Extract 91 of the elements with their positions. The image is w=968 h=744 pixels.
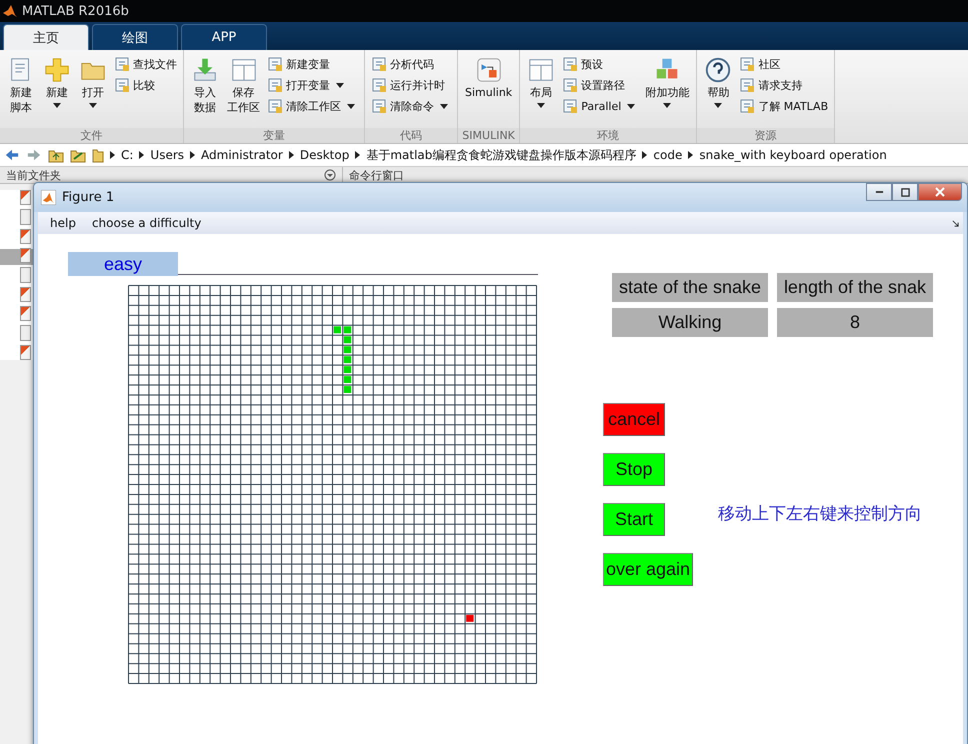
document-icon bbox=[371, 56, 387, 72]
ribbon-button[interactable]: 设置路径 bbox=[560, 76, 640, 94]
table-header: state of the snake bbox=[612, 273, 768, 302]
path-segment[interactable]: Administrator bbox=[201, 148, 283, 162]
ribbon-button[interactable]: 清除工作区 bbox=[265, 97, 360, 115]
ribbon-tab[interactable]: 绘图 bbox=[92, 24, 178, 50]
minimize-icon bbox=[874, 191, 884, 193]
ribbon-button[interactable]: 导入 数据 bbox=[188, 54, 222, 128]
app-title: MATLAB R2016b bbox=[22, 4, 129, 18]
path-segment[interactable]: code bbox=[653, 148, 682, 162]
ribbon-button[interactable]: 帮助 bbox=[701, 54, 736, 128]
ribbon-button[interactable]: 分析代码 bbox=[369, 55, 453, 73]
group-label: 环境 bbox=[520, 128, 696, 143]
maximize-icon bbox=[900, 188, 910, 196]
group-label: SIMULINK bbox=[458, 128, 520, 143]
group-label: 资源 bbox=[697, 128, 834, 143]
ribbon-button[interactable]: 了解 MATLAB bbox=[737, 97, 830, 115]
path-segment[interactable]: C: bbox=[121, 148, 134, 162]
chevron-icon bbox=[642, 151, 648, 159]
folder-icon bbox=[92, 147, 104, 163]
ribbon-button[interactable]: 请求支持 bbox=[737, 76, 830, 94]
path-segment[interactable]: Desktop bbox=[300, 148, 350, 162]
ribbon-button[interactable]: 查找文件 bbox=[112, 55, 179, 73]
ribbon-button[interactable]: 打开 bbox=[76, 54, 110, 128]
menu-item[interactable]: choose a difficulty bbox=[92, 216, 202, 230]
plus-icon bbox=[43, 56, 71, 84]
ribbon-button[interactable]: 新建变量 bbox=[265, 55, 360, 73]
difficulty-label: easy bbox=[68, 252, 178, 276]
document-icon bbox=[114, 77, 130, 93]
group-label: 变量 bbox=[184, 128, 364, 143]
document-icon bbox=[114, 56, 130, 72]
back-arrow-icon[interactable] bbox=[4, 148, 20, 162]
ribbon-button[interactable]: 运行并计时 bbox=[369, 76, 453, 94]
document-icon bbox=[267, 77, 283, 93]
game-button[interactable]: over again bbox=[603, 553, 694, 586]
ribbon-tab[interactable]: 主页 bbox=[3, 24, 89, 50]
chevron-icon bbox=[355, 151, 360, 159]
ribbon-button[interactable]: 比较 bbox=[112, 76, 179, 94]
chevron-icon bbox=[688, 151, 694, 159]
document-icon bbox=[562, 56, 578, 72]
minimize-button[interactable] bbox=[866, 183, 892, 201]
table-cell: Walking bbox=[612, 308, 768, 337]
ribbon-button[interactable]: 打开变量 bbox=[265, 76, 360, 94]
chevron-icon bbox=[110, 151, 115, 159]
close-icon bbox=[935, 187, 945, 197]
chevron-icon bbox=[139, 151, 144, 159]
game-button[interactable]: cancel bbox=[603, 403, 665, 436]
ribbon-button[interactable]: 新建 bbox=[40, 54, 74, 128]
ribbon-button[interactable]: 预设 bbox=[560, 55, 640, 73]
document-icon bbox=[267, 98, 283, 114]
document-icon bbox=[739, 98, 756, 114]
document-icon bbox=[267, 56, 283, 72]
maximize-button[interactable] bbox=[892, 183, 918, 201]
path-segment[interactable]: 基于matlab编程贪食蛇游戏键盘操作版本源码程序 bbox=[366, 146, 636, 164]
ribbon-button[interactable]: Simulink bbox=[462, 54, 516, 128]
group-label: 代码 bbox=[365, 128, 457, 143]
document-icon bbox=[562, 77, 578, 93]
ribbon-button[interactable]: 清除命令 bbox=[369, 97, 453, 115]
document-icon bbox=[562, 98, 578, 114]
document-icon bbox=[371, 98, 387, 114]
instruction-text: 移动上下左右键来控制方向 bbox=[718, 503, 922, 525]
block-diagram-icon bbox=[474, 56, 503, 84]
document-icon bbox=[739, 77, 756, 93]
table-header: length of the snak bbox=[777, 273, 933, 302]
path-segment[interactable]: snake_with keyboard operation bbox=[699, 148, 887, 162]
panel-title: 命令行窗口 bbox=[349, 168, 404, 182]
panel-menu-icon[interactable] bbox=[324, 169, 336, 181]
group-label: 文件 bbox=[0, 128, 183, 143]
ribbon-button[interactable]: 附加功能 bbox=[642, 54, 692, 128]
panel-title: 当前文件夹 bbox=[6, 168, 61, 182]
close-button[interactable] bbox=[918, 183, 962, 201]
ribbon-button[interactable]: 社区 bbox=[737, 55, 830, 73]
ribbon-tab[interactable]: APP bbox=[181, 24, 267, 50]
matlab-logo-icon bbox=[41, 190, 56, 205]
ribbon-button[interactable]: 保存 工作区 bbox=[224, 54, 263, 128]
menu-item[interactable]: help bbox=[50, 216, 76, 230]
chevron-icon bbox=[190, 151, 196, 159]
document-icon bbox=[739, 56, 756, 72]
chevron-icon bbox=[288, 151, 294, 159]
game-button[interactable]: Start bbox=[603, 503, 665, 536]
figure-title: Figure 1 bbox=[62, 190, 114, 205]
matlab-logo-icon bbox=[2, 3, 18, 19]
document-icon bbox=[371, 77, 387, 93]
path-segment[interactable]: Users bbox=[150, 148, 184, 162]
table-cell: 8 bbox=[777, 308, 933, 337]
game-button[interactable]: Stop bbox=[603, 453, 665, 486]
help-icon bbox=[704, 56, 732, 84]
ribbon-button[interactable]: Parallel bbox=[560, 97, 640, 115]
ribbon-button[interactable]: 新建 脚本 bbox=[4, 54, 38, 128]
ribbon-button[interactable]: 布局 bbox=[524, 54, 558, 128]
dock-arrow-icon[interactable] bbox=[952, 220, 959, 227]
